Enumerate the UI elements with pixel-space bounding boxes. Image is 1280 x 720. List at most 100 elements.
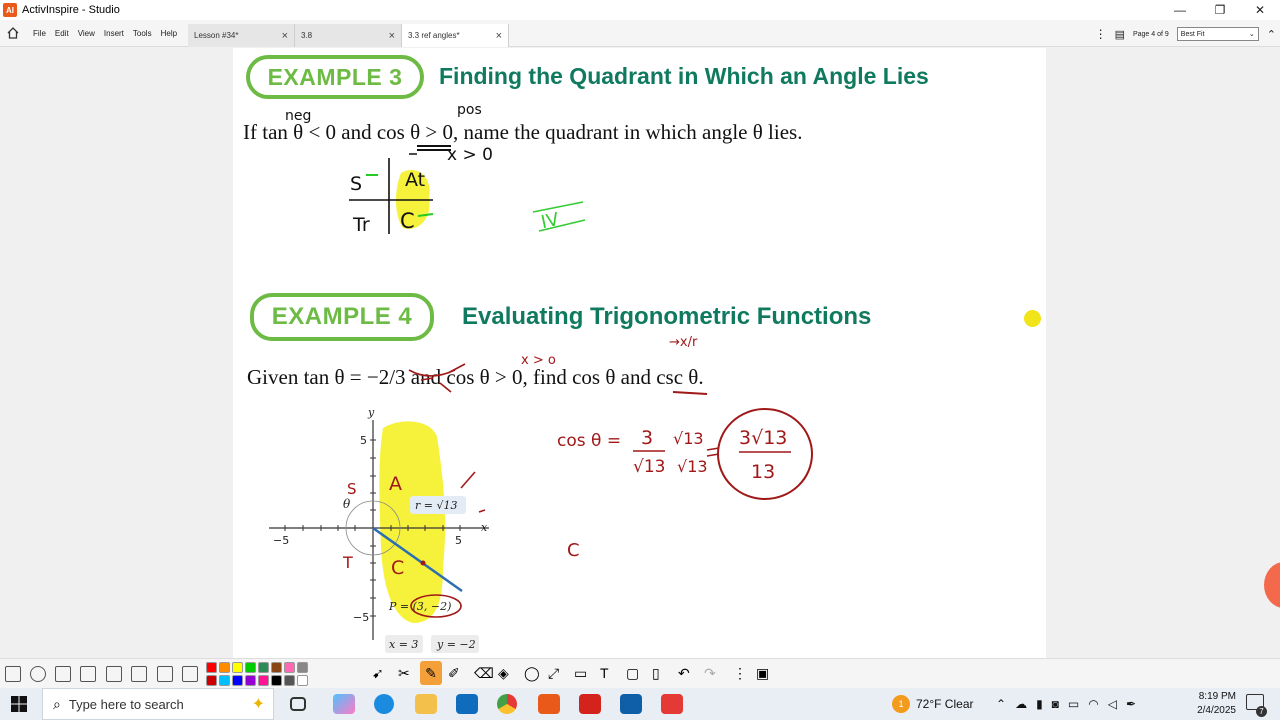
zoom-select[interactable]: Best Fit ⌄	[1176, 27, 1259, 41]
activinspire-taskbar-icon[interactable]	[538, 694, 560, 714]
color-swatch[interactable]	[297, 675, 308, 686]
y-axis-label: y	[367, 406, 375, 419]
taskbar-clock[interactable]: 8:19 PM 2/4/2025	[1197, 690, 1236, 718]
screenshot-icon[interactable]	[182, 666, 198, 682]
more-options-icon[interactable]: ⋮	[1095, 27, 1107, 41]
tab-lesson-34[interactable]: Lesson #34* ×	[188, 24, 295, 47]
tab-label: 3.3 ref angles*	[408, 31, 460, 40]
color-swatch[interactable]	[258, 662, 269, 673]
collapse-icon[interactable]: ⌃	[1267, 28, 1276, 41]
color-swatch[interactable]	[232, 675, 243, 686]
dual-user-icon[interactable]: ▣	[756, 665, 769, 682]
color-swatch[interactable]	[232, 662, 243, 673]
document-icon[interactable]: ▯	[652, 665, 660, 682]
undo-icon[interactable]: ↶	[678, 665, 690, 682]
color-swatch[interactable]	[284, 662, 295, 673]
highlighter-strokes	[379, 169, 446, 623]
fill-icon[interactable]: ◈	[498, 665, 509, 682]
copy-icon[interactable]	[106, 666, 122, 682]
color-swatch[interactable]	[206, 675, 217, 686]
color-swatch[interactable]	[271, 662, 282, 673]
example4-pill: EXAMPLE 4	[250, 293, 434, 341]
paste-icon[interactable]	[131, 666, 147, 682]
main-menu-icon[interactable]	[5, 666, 21, 682]
coordinate-graph	[269, 420, 489, 653]
text-icon[interactable]: T	[600, 665, 609, 681]
image-icon[interactable]: ▭	[574, 665, 587, 682]
close-button[interactable]: ✕	[1240, 0, 1280, 20]
color-swatch[interactable]	[284, 675, 295, 686]
main-toolbox: ➹ ✂ ✎ ✐ ⌫ ◈ ◯ ⤢ ▭ T ▢ ▯ ↶ ↷ ⋮ ▣	[0, 658, 1280, 688]
file-explorer-icon[interactable]	[415, 694, 437, 714]
more-tools-icon[interactable]: ⋮	[733, 665, 747, 682]
minimize-button[interactable]: —	[1160, 0, 1200, 20]
color-swatch[interactable]	[258, 675, 269, 686]
color-swatch[interactable]	[219, 675, 230, 686]
recording-widget[interactable]	[1264, 562, 1280, 608]
close-tab-icon[interactable]: ×	[389, 30, 395, 42]
menu-file[interactable]: File	[33, 29, 46, 38]
menu-tools[interactable]: Tools	[133, 29, 152, 38]
clear-icon[interactable]: ▢	[626, 665, 639, 682]
pen-tool-icon[interactable]: ✎	[420, 661, 442, 685]
page-browser-icon[interactable]: ▤	[1115, 28, 1125, 41]
home-icon[interactable]	[2, 22, 24, 44]
highlighter-icon[interactable]: ✐	[448, 665, 460, 682]
theta-label: θ	[343, 497, 351, 511]
tab-3-3-ref-angles[interactable]: 3.3 ref angles* ×	[402, 24, 509, 47]
x-eq-label: x = 3	[389, 638, 418, 651]
display-icon[interactable]: ▭	[1068, 697, 1079, 711]
onedrive-icon[interactable]: ☁	[1015, 697, 1027, 711]
microphone-icon[interactable]: ▮	[1036, 697, 1043, 711]
wifi-icon[interactable]: ◠	[1088, 697, 1098, 711]
acrobat-icon[interactable]	[579, 694, 601, 714]
pointer-tool-icon[interactable]: ➹	[372, 665, 384, 682]
flipchart-page[interactable]: EXAMPLE 3 Finding the Quadrant in Which …	[233, 48, 1046, 658]
task-view-icon[interactable]	[290, 697, 306, 711]
mail-icon[interactable]	[456, 694, 478, 714]
media-icon[interactable]	[661, 694, 683, 714]
clone-icon[interactable]	[157, 666, 173, 682]
chrome-icon[interactable]	[497, 694, 517, 714]
menu-help[interactable]: Help	[161, 29, 177, 38]
windows-start-icon[interactable]	[11, 696, 27, 712]
menu-insert[interactable]: Insert	[104, 29, 124, 38]
activinspire-app-icon: AI	[3, 3, 17, 17]
eraser-icon[interactable]: ⌫	[474, 665, 494, 682]
menu-edit[interactable]: Edit	[55, 29, 69, 38]
browser-icon[interactable]	[55, 666, 71, 682]
color-swatch[interactable]	[271, 675, 282, 686]
clock-date: 2/4/2025	[1197, 705, 1236, 716]
color-swatch[interactable]	[245, 675, 256, 686]
shape-icon[interactable]: ◯	[524, 665, 540, 682]
weather-widget[interactable]: 1 72°F Clear	[892, 688, 974, 720]
page-label: Page 4 of 9	[1132, 30, 1169, 38]
store-icon[interactable]	[620, 694, 642, 714]
menu-view[interactable]: View	[78, 29, 95, 38]
notification-count: 7	[1256, 706, 1267, 717]
redo-icon[interactable]: ↷	[704, 665, 716, 682]
marquee-tool-icon[interactable]: ✂	[398, 665, 410, 682]
edge-icon[interactable]	[374, 694, 394, 714]
pen-tray-icon[interactable]: ✒	[1126, 697, 1136, 711]
close-tab-icon[interactable]: ×	[282, 30, 288, 42]
color-swatch[interactable]	[297, 662, 308, 673]
taskbar-search[interactable]: ⌕ Type here to search ✦	[42, 688, 274, 720]
color-swatch[interactable]	[219, 662, 230, 673]
example3-pill: EXAMPLE 3	[246, 55, 424, 99]
c-label-text: C	[567, 540, 580, 561]
tab-label: 3.8	[301, 31, 313, 40]
camera-tray-icon[interactable]: ◙	[1052, 697, 1059, 711]
copilot-icon[interactable]	[333, 694, 355, 714]
color-swatch[interactable]	[245, 662, 256, 673]
chevron-up-icon[interactable]: ⌃	[996, 697, 1006, 711]
connector-icon[interactable]: ⤢	[548, 665, 559, 682]
close-tab-icon[interactable]: ×	[496, 30, 502, 42]
profile-icon[interactable]	[30, 666, 46, 682]
volume-icon[interactable]: ◁	[1108, 697, 1117, 711]
restore-button[interactable]: ❐	[1200, 0, 1240, 20]
color-swatch[interactable]	[206, 662, 217, 673]
tab-3-8[interactable]: 3.8 ×	[295, 24, 402, 47]
cos-lhs-text: cos θ =	[557, 431, 621, 451]
camera-icon[interactable]	[80, 666, 96, 682]
